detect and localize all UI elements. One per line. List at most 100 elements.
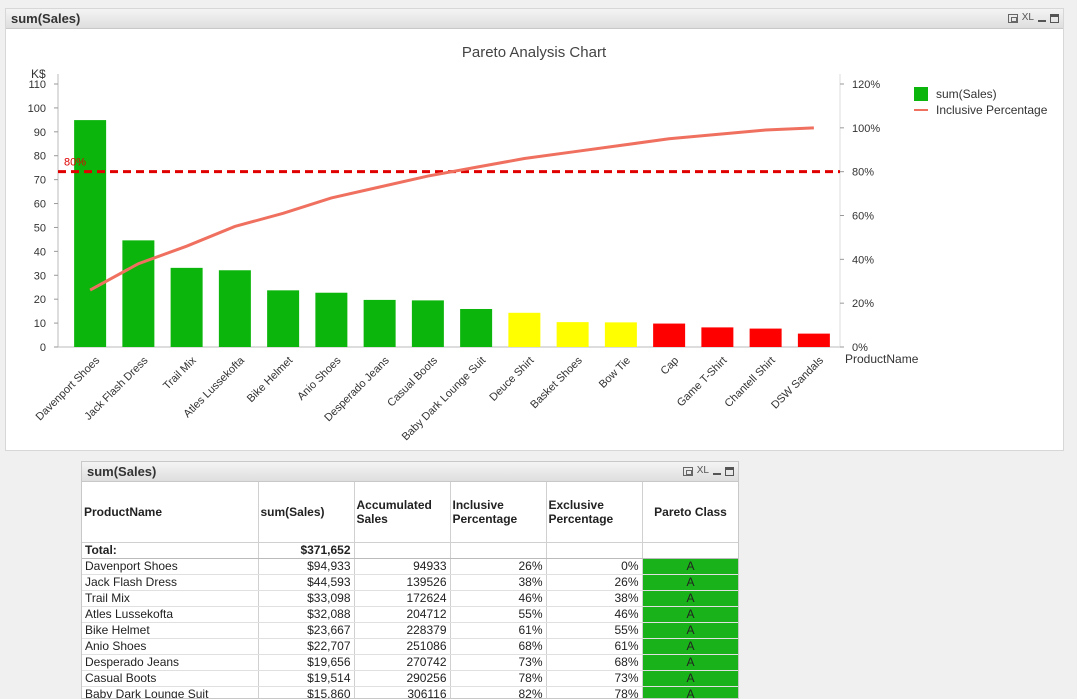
y-tick-label: 90: [34, 127, 46, 139]
table-row[interactable]: Anio Shoes $22,707 251086 68% 61% A: [82, 638, 738, 655]
table-header-row: ProductName sum(Sales) Accumulated Sales…: [82, 482, 738, 543]
y2-tick-label: 40%: [852, 254, 874, 266]
x-tick-label: Game T-Shirt: [675, 355, 730, 410]
cell-accumulated-sales: 270742: [354, 654, 451, 671]
chart-window[interactable]: sum(Sales) XL Pareto Analysis Chart K$ 0 10…: [5, 8, 1064, 451]
cell-inclusive-percentage: 38%: [450, 574, 547, 591]
cell-pareto-class: A: [642, 590, 738, 607]
cell-exclusive-percentage: 55%: [546, 622, 643, 639]
x-tick-label: Bike Helmet: [245, 355, 295, 405]
cell-productname: Anio Shoes: [82, 638, 259, 655]
legend-label-inclusive: Inclusive Percentage: [936, 103, 1048, 117]
total-row: Total: $371,652: [82, 542, 738, 559]
export-xl-button[interactable]: XL: [697, 465, 709, 477]
table-row[interactable]: Casual Boots $19,514 290256 78% 73% A: [82, 670, 738, 687]
table-row[interactable]: Atles Lussekofta $32,088 204712 55% 46% A: [82, 606, 738, 623]
cell-accumulated-sales: 204712: [354, 606, 451, 623]
table-row[interactable]: Baby Dark Lounge Suit $15,860 306116 82% 78%…: [82, 686, 738, 698]
col-header-sum-sales[interactable]: sum(Sales): [258, 482, 355, 543]
x-tick-label: Anio Shoes: [295, 354, 344, 403]
chart-title: Pareto Analysis Chart: [462, 44, 607, 61]
y-tick-label: 20: [34, 294, 46, 306]
table-row[interactable]: Davenport Shoes $94,933 94933 26% 0% A: [82, 558, 738, 575]
cell-exclusive-percentage: 61%: [546, 638, 643, 655]
maximize-icon[interactable]: [1050, 13, 1059, 23]
y-tick-label: 40: [34, 246, 46, 258]
chart-window-caption[interactable]: sum(Sales) XL: [6, 9, 1063, 29]
pareto-table: ProductName sum(Sales) Accumulated Sales…: [82, 482, 738, 698]
cell-sum-sales: $94,933: [258, 558, 355, 575]
cell-productname: Davenport Shoes: [82, 558, 259, 575]
bar: [170, 267, 203, 347]
col-header-exclusive-percentage[interactable]: Exclusive Percentage: [546, 482, 643, 543]
col-header-accumulated-sales[interactable]: Accumulated Sales: [354, 482, 451, 543]
cell-exclusive-percentage: 46%: [546, 606, 643, 623]
x-tick-label: Cap: [658, 355, 681, 378]
cell-sum-sales: $33,098: [258, 590, 355, 607]
cell-sum-sales: $22,707: [258, 638, 355, 655]
bar: [749, 328, 782, 347]
cell-productname: Baby Dark Lounge Suit: [82, 686, 259, 698]
bar: [315, 292, 348, 347]
table-row[interactable]: Desperado Jeans $19,656 270742 73% 68% A: [82, 654, 738, 671]
cell-pareto-class: A: [642, 654, 738, 671]
bar: [122, 240, 155, 347]
table-row[interactable]: Trail Mix $33,098 172624 46% 38% A: [82, 590, 738, 607]
cell-exclusive-percentage: 68%: [546, 654, 643, 671]
bar: [604, 322, 637, 347]
table-window-controls: XL: [682, 465, 734, 477]
y-tick-label: 110: [28, 79, 46, 91]
table-row[interactable]: Jack Flash Dress $44,593 139526 38% 26% A: [82, 574, 738, 591]
col-header-pareto-class[interactable]: Pareto Class: [642, 482, 738, 543]
maximize-icon[interactable]: [725, 466, 734, 476]
y-tick-label: 70: [34, 175, 46, 187]
minimize-icon[interactable]: [1038, 20, 1046, 22]
cell-inclusive-percentage: 73%: [450, 654, 547, 671]
col-header-productname[interactable]: ProductName: [82, 482, 259, 543]
bar: [508, 312, 541, 347]
cell-exclusive-percentage: 78%: [546, 686, 643, 698]
x-tick-label: Basket Shoes: [528, 354, 585, 411]
y-tick-label: 80: [34, 151, 46, 163]
cell-accumulated-sales: 228379: [354, 622, 451, 639]
cell-inclusive-percentage: 46%: [450, 590, 547, 607]
y-tick-label: 0: [40, 342, 46, 354]
y-tick-label: 50: [34, 222, 46, 234]
y2-tick-label: 60%: [852, 211, 874, 223]
inclusive-percentage-line: [89, 126, 814, 292]
table-window-caption[interactable]: sum(Sales) XL: [82, 462, 738, 482]
minimize-icon[interactable]: [713, 473, 721, 475]
print-icon[interactable]: [682, 466, 693, 476]
cell-productname: Atles Lussekofta: [82, 606, 259, 623]
threshold-label: 80%: [64, 157, 86, 169]
y-tick-label: 30: [34, 270, 46, 282]
cell-inclusive-percentage: 82%: [450, 686, 547, 698]
print-icon[interactable]: [1007, 13, 1018, 23]
cell-pareto-class: A: [642, 606, 738, 623]
bar: [653, 323, 686, 347]
chart-window-controls: XL: [1007, 12, 1059, 24]
cell-pareto-class: A: [642, 686, 738, 698]
export-xl-button[interactable]: XL: [1022, 12, 1034, 24]
pareto-chart: Pareto Analysis ChartK$01020304050607080…: [28, 44, 1048, 443]
bar: [218, 270, 251, 347]
x-tick-label: Baby Dark Lounge Suit: [400, 355, 488, 443]
legend-label-sales: sum(Sales): [936, 87, 997, 101]
cell-inclusive-percentage: 78%: [450, 670, 547, 687]
bar: [74, 120, 107, 348]
cell-pareto-class: A: [642, 622, 738, 639]
y2-tick-label: 20%: [852, 298, 874, 310]
cell-exclusive-percentage: 0%: [546, 558, 643, 575]
cell-accumulated-sales: 94933: [354, 558, 451, 575]
cell-pareto-class: A: [642, 574, 738, 591]
y-tick-label: 10: [34, 318, 46, 330]
table-window[interactable]: sum(Sales) XL ProductName sum(Sales) Acc…: [81, 461, 739, 699]
table-row[interactable]: Bike Helmet $23,667 228379 61% 55% A: [82, 622, 738, 639]
col-header-inclusive-percentage[interactable]: Inclusive Percentage: [450, 482, 547, 543]
cell-pareto-class: A: [642, 558, 738, 575]
total-value: $371,652: [258, 542, 355, 559]
x-axis-label: ProductName: [845, 352, 919, 366]
bar: [363, 299, 396, 347]
cell-exclusive-percentage: 26%: [546, 574, 643, 591]
cell-productname: Jack Flash Dress: [82, 574, 259, 591]
